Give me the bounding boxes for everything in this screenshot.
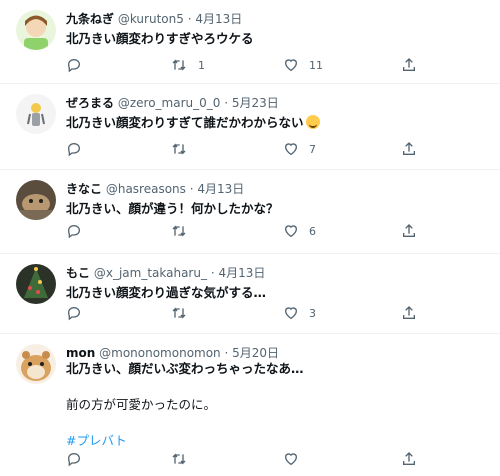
heart-icon (284, 59, 298, 72)
retweet-button[interactable] (170, 450, 198, 468)
retweet-icon (172, 225, 186, 237)
handle[interactable]: @zero_maru_0_0 (118, 96, 221, 110)
avatar[interactable] (16, 344, 56, 384)
tweet-text: 北乃きい、顔だいぶ変わっちゃったなあ… 前の方が可愛かったのに。 #プレバト (66, 360, 304, 450)
retweet-button[interactable] (170, 140, 198, 158)
tweet-line: 北乃きい顔変わりすぎて誰だかわからない (66, 115, 304, 130)
reply-icon (67, 452, 81, 467)
sweat-smile-emoji-icon (305, 115, 320, 129)
retweet-count: 1 (198, 58, 205, 72)
reply-button[interactable] (66, 56, 82, 74)
tweet[interactable]: ぜろまる @zero_maru_0_0 · 5月23日 北乃きい顔変わりすぎて誰… (0, 84, 500, 170)
tweet-line: 北乃きい、顔が違う！何かしたかな？ (66, 201, 279, 216)
tweet[interactable]: 九条ねぎ @kuruton5 · 4月13日 北乃きい顔変わりすぎやろウケる 1… (0, 0, 500, 84)
reply-icon (67, 142, 81, 157)
handle[interactable]: @x_jam_takaharu_ (94, 266, 207, 280)
retweet-button[interactable] (170, 222, 198, 240)
handle[interactable]: @hasreasons (106, 182, 186, 196)
timestamp[interactable]: 4月13日 (197, 182, 244, 196)
retweet-button[interactable]: 1 (170, 56, 205, 74)
timestamp[interactable]: 4月13日 (195, 12, 242, 26)
avatar[interactable] (16, 10, 56, 50)
reply-icon (67, 306, 81, 321)
tweet[interactable]: もこ @x_jam_takaharu_ · 4月13日 北乃きい顔変わり過ぎな気… (0, 254, 500, 334)
share-icon (403, 306, 415, 319)
heart-icon (284, 225, 298, 238)
tweet[interactable]: きなこ @hasreasons · 4月13日 北乃きい、顔が違う！何かしたかな… (0, 170, 500, 254)
share-button[interactable] (401, 56, 417, 74)
share-icon (403, 58, 415, 71)
separator-dot: · (189, 182, 194, 196)
retweet-icon (172, 59, 186, 71)
like-count: 7 (309, 142, 316, 156)
reply-icon (67, 224, 81, 239)
like-count: 6 (309, 224, 316, 238)
timestamp[interactable]: 5月20日 (232, 346, 279, 360)
share-icon (403, 452, 415, 465)
like-button[interactable]: 11 (283, 56, 323, 74)
display-name[interactable]: 九条ねぎ (66, 12, 114, 26)
timestamp[interactable]: 5月23日 (232, 96, 279, 110)
reply-button[interactable] (66, 450, 82, 468)
tweet-text: 北乃きい顔変わりすぎて誰だかわからない (66, 114, 320, 132)
like-button[interactable]: 7 (283, 140, 316, 158)
like-button[interactable] (283, 450, 309, 468)
avatar[interactable] (16, 180, 56, 220)
display-name[interactable]: きなこ (66, 182, 102, 196)
share-icon (403, 224, 415, 237)
display-name[interactable]: もこ (66, 266, 90, 280)
separator-dot: · (210, 266, 215, 280)
display-name[interactable]: mon (66, 346, 95, 360)
hashtag-link[interactable]: #プレバト (66, 432, 304, 450)
share-button[interactable] (401, 304, 417, 322)
share-button[interactable] (401, 140, 417, 158)
retweet-icon (172, 307, 186, 319)
avatar[interactable] (16, 264, 56, 304)
reply-button[interactable] (66, 222, 82, 240)
tweet-line: 北乃きい顔変わり過ぎな気がする… (66, 285, 267, 300)
tweet-text: 北乃きい顔変わり過ぎな気がする… (66, 284, 266, 302)
separator-dot: · (224, 96, 229, 110)
tweet-text: 北乃きい、顔が違う！何かしたかな？ (66, 200, 279, 218)
timestamp[interactable]: 4月13日 (218, 266, 265, 280)
reply-button[interactable] (66, 140, 82, 158)
heart-icon (284, 143, 298, 156)
tweet-text: 北乃きい顔変わりすぎやろウケる (66, 30, 254, 48)
like-count: 11 (309, 58, 323, 72)
like-button[interactable]: 6 (283, 222, 316, 240)
retweet-button[interactable] (170, 304, 198, 322)
reply-icon (67, 58, 81, 73)
tweet-line: 前の方が可愛かったのに。 (66, 397, 217, 412)
avatar[interactable] (16, 94, 56, 134)
retweet-icon (172, 143, 186, 155)
tweet-line: 北乃きい顔変わりすぎやろウケる (66, 31, 254, 46)
share-button[interactable] (401, 450, 417, 468)
handle[interactable]: @mononomonomon (99, 346, 221, 360)
like-count: 3 (309, 306, 316, 320)
retweet-icon (172, 453, 186, 465)
handle[interactable]: @kuruton5 (118, 12, 184, 26)
separator-dot: · (187, 12, 192, 26)
heart-icon (284, 307, 298, 320)
tweet[interactable]: mon @mononomonomon · 5月20日 北乃きい、顔だいぶ変わっち… (0, 334, 500, 476)
separator-dot: · (224, 346, 229, 360)
like-button[interactable]: 3 (283, 304, 316, 322)
tweet-line: 北乃きい、顔だいぶ変わっちゃったなあ… (66, 361, 304, 376)
share-icon (403, 142, 415, 155)
heart-icon (284, 453, 298, 466)
share-button[interactable] (401, 222, 417, 240)
display-name[interactable]: ぜろまる (66, 96, 114, 110)
reply-button[interactable] (66, 304, 82, 322)
